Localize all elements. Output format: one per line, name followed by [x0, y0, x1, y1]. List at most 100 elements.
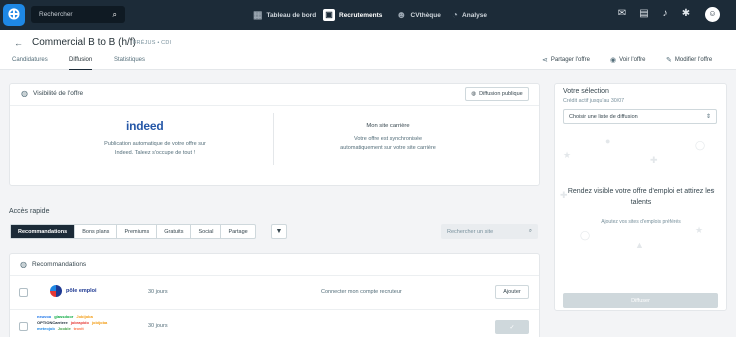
chevron-updown-icon: ⇕ [705, 114, 711, 120]
recommendations-title: ◍ Recommandations [20, 260, 86, 269]
dot-icon: ● [605, 136, 611, 146]
logo-word: OPTIONCarriere [37, 320, 68, 325]
tab-diffusion[interactable]: Diffusion [69, 57, 93, 70]
recommendations-title-text: Recommandations [31, 261, 87, 268]
analytics-icon: ◔ [452, 9, 459, 21]
empty-state-subtitle: Ajoutez vos sites d'emplois préférés [601, 219, 681, 225]
logo-word: jobijoba [91, 320, 108, 325]
logo-word: trovit [73, 326, 84, 331]
filter-group: Recommandations Bons plans Premiums Grat… [10, 224, 256, 239]
mail-icon[interactable]: ✉ [616, 8, 628, 20]
view-offer-button[interactable]: ◉ Voir l'offre [610, 56, 646, 64]
quick-access-title: Accès rapide [9, 208, 50, 215]
filter-premiums[interactable]: Premiums [117, 225, 158, 238]
plus-icon: ✚ [650, 155, 658, 165]
duration: 30 jours [148, 289, 168, 295]
pole-emploi-mark-icon [50, 285, 62, 297]
job-title: Commercial B to B (h/f) [32, 37, 136, 48]
visibility-title-text: Visibilité de l'offre [32, 90, 84, 97]
funnel-icon: ▼ [275, 228, 283, 235]
divider [10, 105, 539, 106]
duration: 30 jours [148, 323, 168, 329]
filter-gratuits[interactable]: Gratuits [157, 225, 192, 238]
back-arrow-icon[interactable]: ← [14, 38, 23, 48]
job-header [0, 30, 736, 70]
filter-social[interactable]: Social [191, 225, 222, 238]
briefcase-icon: ▣ [323, 9, 335, 21]
pole-emploi-wordmark: pôle emploi [66, 288, 97, 294]
nav-label: Analyse [462, 11, 487, 19]
career-desc-line: automatiquement sur votre site carrière [340, 144, 436, 151]
select-value: Choisir une liste de diffusion [569, 113, 638, 120]
star-icon: ★ [695, 225, 704, 235]
career-site-description: Votre offre est synchronisée automatique… [313, 135, 463, 152]
search-icon: ⌕ [112, 9, 117, 19]
nav-label: Recrutements [339, 11, 383, 19]
divider [10, 309, 539, 310]
diffusion-list-select[interactable]: Choisir une liste de diffusion ⇕ [563, 109, 717, 124]
search-icon: ⌕ [528, 228, 532, 234]
globe-icon: ◍ [21, 89, 28, 98]
eye-icon: ◉ [610, 57, 617, 64]
nav-tableau-de-bord[interactable]: ▦ Tableau de bord [253, 0, 316, 30]
app-logo-icon[interactable]: ⊕ [3, 4, 25, 26]
divider [273, 113, 274, 165]
multi-board-logos: neuvoo glassdoor Jobijoba OPTIONCarriere jo… [37, 314, 117, 336]
public-diffusion-button[interactable]: ◍ Diffusion publique [465, 87, 529, 101]
global-search-input[interactable]: Rechercher ⌕ [31, 6, 125, 23]
dashboard-icon: ▦ [253, 9, 263, 21]
user-avatar-icon[interactable]: ☺ [705, 7, 720, 22]
filter-bons-plans[interactable]: Bons plans [75, 225, 118, 238]
credit-text: Crédit actif jusqu'au 30/07 [563, 98, 625, 104]
globe-icon: ◍ [20, 260, 27, 269]
nav-recrutements[interactable]: ▣ Recrutements [323, 0, 382, 30]
nav-label: Tableau de bord [266, 11, 317, 19]
diffuser-button[interactable]: Diffuser [563, 293, 718, 308]
logo-word: neuvoo [37, 314, 52, 319]
circle-icon: ◯ [580, 230, 591, 240]
site-search-input[interactable]: Rechercher un site ⌕ [441, 224, 538, 239]
divider [10, 275, 539, 276]
pole-emploi-logo: pôle emploi [50, 285, 97, 297]
filter-funnel-button[interactable]: ▼ [271, 224, 287, 239]
edit-offer-button[interactable]: ✎ Modifier l'offre [666, 56, 712, 64]
share-icon: ⋖ [542, 57, 548, 64]
selection-title: Votre sélection [563, 88, 609, 95]
logo-word: meteojob [37, 326, 55, 331]
site-search-placeholder: Rechercher un site [447, 228, 494, 235]
indeed-logo: indeed [126, 119, 164, 133]
indeed-desc-line: Indeed. Taleez s'occupe de tout ! [114, 149, 196, 156]
clipboard-icon[interactable]: ▤ [638, 8, 650, 20]
tab-statistiques[interactable]: Statistiques [114, 57, 145, 70]
logo-word: jobrapido [70, 320, 89, 325]
career-site-title: Mon site carrière [366, 123, 410, 129]
star-icon: ★ [563, 150, 572, 160]
logo-word: Jooble [57, 326, 71, 331]
logo-word: Jobijoba [76, 314, 93, 319]
logo-word: glassdoor [54, 314, 74, 319]
edit-icon: ✎ [666, 57, 672, 64]
circle-icon: ◯ [695, 140, 706, 150]
career-desc-line: Votre offre est synchronisée [353, 136, 423, 142]
connect-account-link[interactable]: Connecter mon compte recruteur [321, 289, 402, 295]
visibility-title: ◍ Visibilité de l'offre [21, 89, 83, 98]
indeed-desc-line: Publication automatique de votre offre s… [104, 141, 206, 147]
tab-candidatures[interactable]: Candidatures [12, 57, 48, 70]
nav-label: CVthèque [410, 11, 441, 19]
settings-icon[interactable]: ✱ [680, 8, 692, 20]
filter-partage[interactable]: Partage [221, 225, 254, 238]
nav-analyse[interactable]: ◔ Analyse [452, 0, 487, 30]
row-checkbox[interactable] [19, 288, 28, 297]
public-diffusion-label: Diffusion publique [479, 91, 523, 97]
people-icon: ☻ [396, 9, 407, 21]
triangle-icon: ▲ [635, 240, 644, 250]
filter-recommandations[interactable]: Recommandations [11, 225, 76, 238]
edit-offer-label: Modifier l'offre [674, 57, 713, 63]
nav-cvtheque[interactable]: ☻ CVthèque [396, 0, 441, 30]
share-offer-button[interactable]: ⋖ Partager l'offre [542, 56, 590, 64]
bell-icon[interactable]: ♪ [659, 8, 671, 20]
add-site-button[interactable]: Ajouter [495, 285, 529, 299]
row-checkbox[interactable] [19, 322, 28, 331]
view-offer-label: Voir l'offre [619, 57, 646, 63]
added-check-button[interactable]: ✓ [495, 320, 529, 334]
